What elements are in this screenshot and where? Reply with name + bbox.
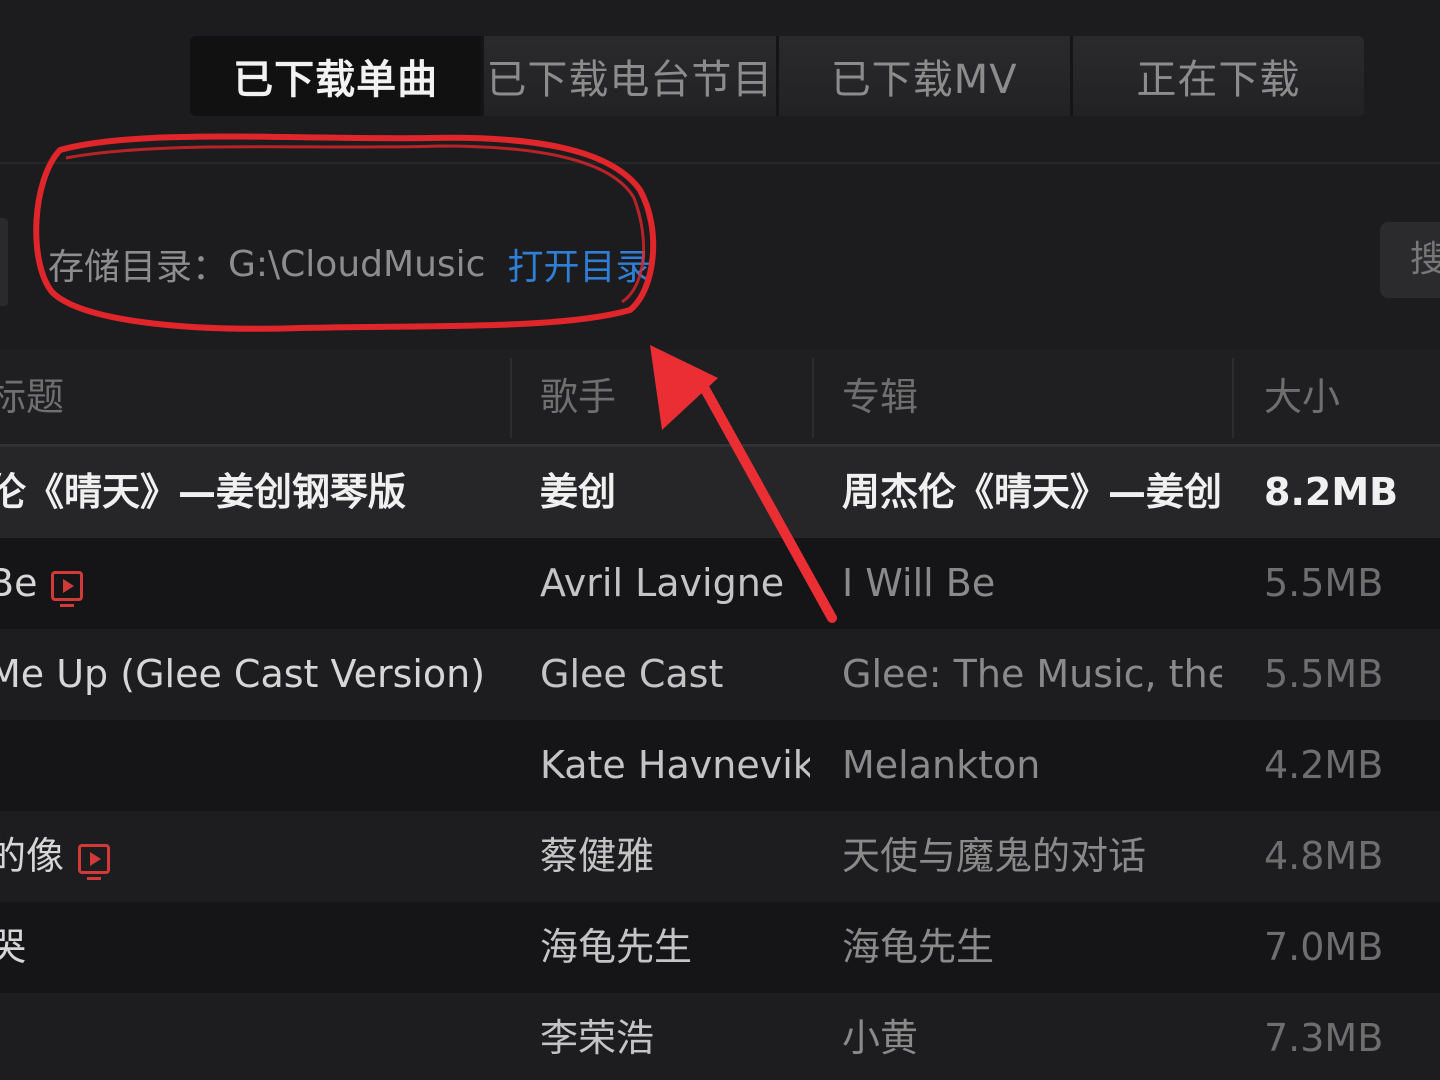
header-artist[interactable]: 歌手 [540,350,616,444]
song-title: 伦《晴天》—姜创钢琴版 [0,470,407,514]
header-album[interactable]: 专辑 [842,350,918,444]
tab-downloaded-mv[interactable]: 已下载MV [778,36,1073,116]
open-directory-link[interactable]: 打开目录 [507,238,651,290]
song-title: 的像 [0,811,488,902]
table-row[interactable]: 的像 蔡健雅 天使与魔鬼的对话 4.8MB [0,811,1440,902]
header-divider [0,162,1440,164]
song-size: 7.0MB [1264,925,1384,969]
song-artist[interactable]: 姜创 [540,447,810,538]
download-tabs: 已下载单曲 已下载电台节目 已下载MV 正在下载 [190,36,1364,116]
song-album[interactable]: 海龟先生 [842,902,1222,993]
song-size: 7.3MB [1264,1016,1384,1060]
table-header: 标题 歌手 专辑 大小 [0,350,1440,447]
song-artist[interactable]: Kate Havnevik [540,720,810,811]
song-size: 4.2MB [1264,743,1384,787]
tab-downloaded-songs[interactable]: 已下载单曲 [190,36,485,116]
table-row[interactable]: 李荣浩 小黄 7.3MB [0,993,1440,1080]
song-title [0,993,488,1080]
song-size: 5.5MB [1264,561,1384,605]
song-artist[interactable]: 海龟先生 [540,902,810,993]
song-artist[interactable]: Glee Cast [540,629,810,720]
storage-label: 存储目录： [48,247,229,288]
song-size: 5.5MB [1264,652,1384,696]
column-divider[interactable] [510,358,512,438]
song-size: 4.8MB [1264,834,1384,878]
song-artist[interactable]: 蔡健雅 [540,811,810,902]
song-artist[interactable]: 李荣浩 [540,993,810,1080]
storage-directory-row: 存储目录： G:\CloudMusic 打开目录 [48,236,651,292]
mv-icon[interactable] [78,843,111,880]
table-row[interactable]: Kate Havnevik Melankton 4.2MB [0,720,1440,811]
storage-path: G:\CloudMusic [228,243,486,285]
side-panel-edge [0,218,8,306]
annotation-ellipse [33,133,657,332]
song-album[interactable]: 周杰伦《晴天》—姜创... [842,447,1222,538]
table-row[interactable]: Be Avril Lavigne I Will Be 5.5MB [0,538,1440,629]
header-size[interactable]: 大小 [1264,350,1340,444]
column-divider[interactable] [812,358,814,438]
tab-downloading[interactable]: 正在下载 [1072,36,1364,116]
table-row[interactable]: 伦《晴天》—姜创钢琴版 姜创 周杰伦《晴天》—姜创... 8.2MB [0,447,1440,538]
table-row[interactable]: Me Up (Glee Cast Version) Glee Cast Glee… [0,629,1440,720]
table-row[interactable]: 哭 海龟先生 海龟先生 7.0MB [0,902,1440,993]
song-album[interactable]: I Will Be [842,538,1222,629]
header-title[interactable]: 标题 [0,350,64,444]
column-divider[interactable] [1232,358,1234,438]
song-title [0,720,488,811]
download-manager: 已下载单曲 已下载电台节目 已下载MV 正在下载 存储目录： G:\CloudM… [0,0,1440,1080]
song-table: 标题 歌手 专辑 大小 伦《晴天》—姜创钢琴版 姜创 周杰伦《晴天》—姜创...… [0,350,1440,1080]
song-artist[interactable]: Avril Lavigne [540,538,810,629]
song-album[interactable]: 小黄 [842,993,1222,1080]
song-album[interactable]: 天使与魔鬼的对话 [842,811,1222,902]
song-title: Me Up (Glee Cast Version) [0,652,486,696]
song-size: 8.2MB [1264,470,1399,514]
song-title: 哭 [0,925,27,969]
tab-downloaded-radio[interactable]: 已下载电台节目 [484,36,779,116]
search-button-partial[interactable]: 搜 [1380,222,1440,298]
mv-icon[interactable] [51,570,84,607]
song-title: Be [0,538,488,629]
song-album[interactable]: Glee: The Music, the B... [842,629,1222,720]
song-album[interactable]: Melankton [842,720,1222,811]
